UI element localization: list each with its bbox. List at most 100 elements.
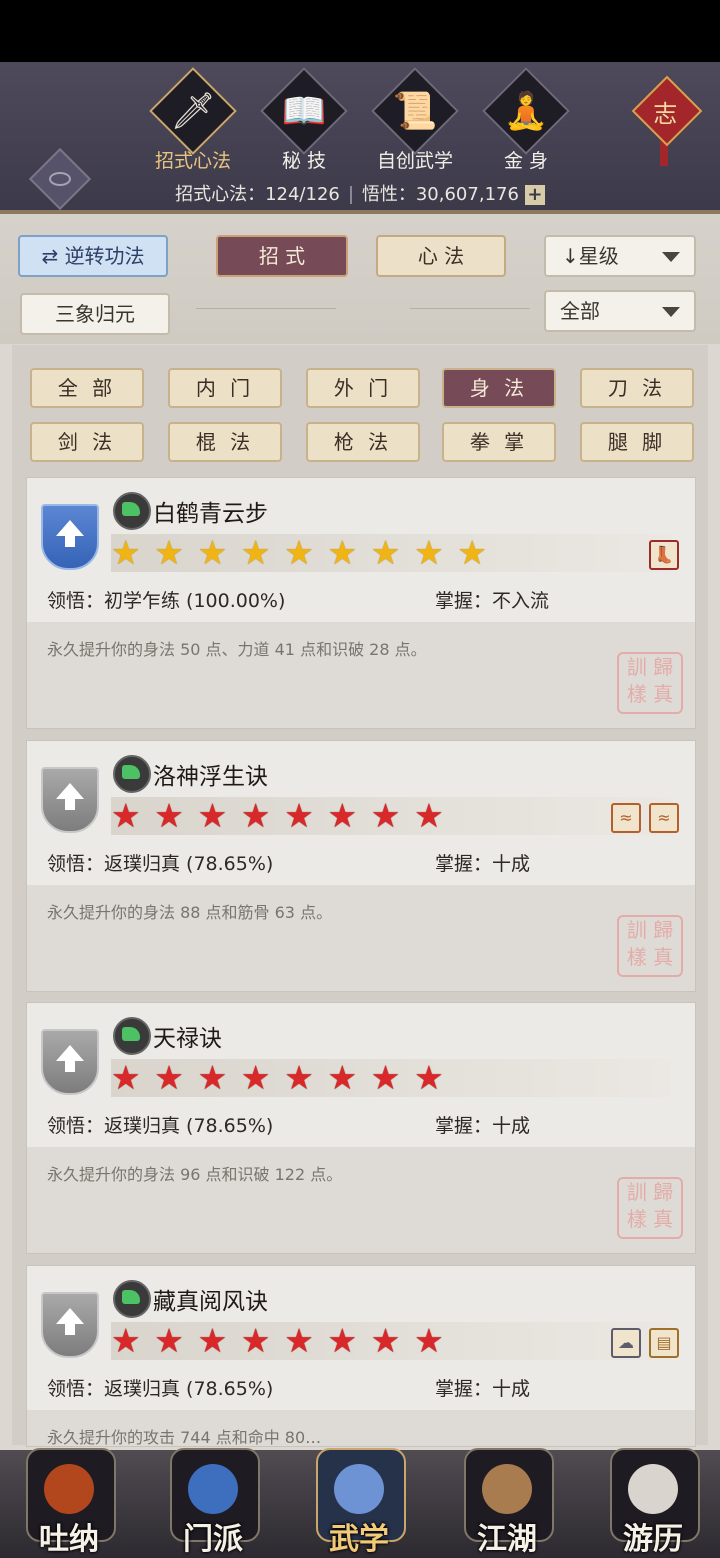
filter-tab[interactable]: 拳 掌 (442, 422, 556, 462)
star-icon: ★ (284, 533, 314, 572)
stats-bar: 招式心法：124/126 悟性：30,607,176 + (0, 180, 720, 206)
skill-title: 天禄诀 (153, 1026, 222, 1052)
movement-type-icon (113, 1017, 151, 1055)
skill-card[interactable]: 洛神浮生诀 ★ ★ ★ ★ ★ ★ ★ ★ ≈ ≈ 领悟：返璞归真 (78.65%) 掌握：十成 永久提升… (26, 740, 696, 992)
wave-tag-icon: ≈ (611, 803, 641, 833)
sect-icon (188, 1464, 238, 1514)
comprehension-text: 领悟：返璞归真 (78.65%) (47, 1378, 274, 1400)
top-tab-label: 金 身 (503, 150, 549, 172)
skill-title: 白鹤青云步 (153, 501, 268, 527)
star-icon: ★ (154, 796, 184, 835)
star-icon: ★ (327, 1321, 358, 1360)
bottom-nav-item[interactable]: 门派 (158, 1440, 268, 1558)
top-tab-techniques[interactable]: 🗡 招式心法 (138, 67, 248, 172)
star-rating: ★ ★ ★ ★ ★ ★ ★ ★ (111, 1322, 671, 1360)
add-comprehension-button[interactable]: + (524, 185, 545, 205)
bottom-nav-item[interactable]: 武学 (304, 1440, 414, 1558)
seal-stamp-icon: 訓 歸 樣 真 (617, 652, 683, 714)
star-icon: ★ (457, 533, 487, 572)
star-icon: ★ (197, 796, 228, 835)
reverse-technique-button[interactable]: ⇄ 逆转功法 (18, 235, 168, 277)
top-tab-secret-skills[interactable]: 📖 秘 技 (249, 67, 359, 172)
filter-tab[interactable]: 剑 法 (30, 422, 144, 462)
top-tab-label: 招式心法 (154, 150, 231, 172)
star-icon: ★ (197, 1321, 228, 1360)
skill-card[interactable]: 白鹤青云步 ★ ★ ★ ★ ★ ★ ★ ★ ★ 👢 领悟：初学乍练 (100.00%) 掌握：不入流 永久… (26, 477, 696, 729)
comprehension-text: 领悟：返璞归真 (78.65%) (47, 853, 274, 875)
meditation-icon: 🧘 (503, 91, 549, 132)
filter-tab[interactable]: 全 部 (30, 368, 144, 408)
sort-dropdown[interactable]: ↓星级 (544, 235, 696, 277)
star-rating: ★ ★ ★ ★ ★ ★ ★ ★ (111, 1059, 671, 1097)
tab-moves[interactable]: 招 式 (216, 235, 348, 277)
upgrade-shield-icon[interactable] (41, 1292, 99, 1358)
filter-tab[interactable]: 身 法 (442, 368, 556, 408)
mastery-text: 掌握：十成 (435, 1378, 531, 1400)
star-icon: ★ (414, 1058, 444, 1097)
star-icon: ★ (284, 1321, 314, 1360)
skill-card[interactable]: 天禄诀 ★ ★ ★ ★ ★ ★ ★ ★ 领悟：返璞归真 (78.65%) 掌握：十成 永久提升你的身法… (26, 1002, 696, 1254)
mastery-text: 掌握：十成 (435, 1115, 531, 1137)
bottom-nav-item[interactable]: 吐纳 (14, 1440, 124, 1558)
filter-tab[interactable]: 外 门 (306, 368, 420, 408)
bottom-nav-label: 吐纳 (39, 1522, 99, 1557)
star-icon: ★ (414, 533, 444, 572)
description-box: 永久提升你的身法 88 点和筋骨 63 点。訓 歸 樣 真 (27, 885, 695, 991)
bottom-nav-item[interactable]: 游历 (598, 1440, 708, 1558)
star-icon: ★ (327, 1058, 358, 1097)
bottom-nav-label: 游历 (623, 1522, 683, 1557)
skill-title: 洛神浮生诀 (153, 764, 268, 790)
filter-tab[interactable]: 棍 法 (168, 422, 282, 462)
chevron-down-icon (662, 307, 680, 317)
filter-tab[interactable]: 腿 脚 (580, 422, 694, 462)
scroll-tag-icon: ▤ (649, 1328, 679, 1358)
upgrade-shield-icon[interactable] (41, 767, 99, 833)
star-icon: ★ (370, 1321, 401, 1360)
movement-type-icon (113, 755, 151, 793)
upgrade-shield-icon[interactable] (41, 504, 99, 570)
bottom-nav-item[interactable]: 江湖 (452, 1440, 562, 1558)
bottom-nav-label: 门派 (183, 1522, 243, 1557)
category-value: 全部 (560, 299, 600, 323)
bottom-nav-label: 江湖 (477, 1522, 537, 1557)
star-icon: ★ (414, 796, 444, 835)
sort-arrow-icon: ↓ (562, 244, 579, 268)
filter-tab[interactable]: 刀 法 (580, 368, 694, 408)
top-tab-golden-body[interactable]: 🧘 金 身 (471, 67, 581, 172)
star-icon: ★ (284, 1058, 314, 1097)
mastery-text: 掌握：十成 (435, 853, 531, 875)
star-icon: ★ (327, 796, 358, 835)
tab-mind[interactable]: 心 法 (376, 235, 506, 277)
description-text: 永久提升你的身法 88 点和筋骨 63 点。 (47, 903, 333, 922)
knot-char: 志 (653, 99, 678, 128)
martial-book-icon (334, 1464, 384, 1514)
filter-tab[interactable]: 内 门 (168, 368, 282, 408)
filter-tab[interactable]: 枪 法 (306, 422, 420, 462)
boot-tag-icon: 👢 (649, 540, 679, 570)
star-icon: ★ (370, 796, 401, 835)
top-tab-custom-arts[interactable]: 📜 自创武学 (360, 67, 470, 172)
swap-icon: ⇄ (41, 244, 65, 268)
skill-title: 藏真阅风诀 (153, 1289, 268, 1315)
skill-card[interactable]: 藏真阅风诀 ★ ★ ★ ★ ★ ★ ★ ★ ☁ ▤ 领悟：返璞归真 (78.65%) 掌握：十成 永久提升… (26, 1265, 696, 1447)
star-rating: ★ ★ ★ ★ ★ ★ ★ ★ (111, 797, 671, 835)
movement-type-icon (113, 1280, 151, 1318)
seal-stamp-icon: 訓 歸 樣 真 (617, 915, 683, 977)
scroll-icon: 📜 (392, 91, 438, 132)
status-bar (0, 0, 720, 62)
sword-icon: 🗡 (170, 91, 216, 132)
three-realms-button[interactable]: 三象归元 (20, 293, 170, 335)
star-icon: ★ (111, 1321, 141, 1360)
upgrade-shield-icon[interactable] (41, 1029, 99, 1095)
wave-tag-icon: ≈ (649, 803, 679, 833)
horse-icon (628, 1464, 678, 1514)
category-dropdown[interactable]: 全部 (544, 290, 696, 332)
star-icon: ★ (240, 1321, 271, 1360)
description-text: 永久提升你的身法 50 点、力道 41 点和识破 28 点。 (47, 640, 427, 659)
star-icon: ★ (327, 533, 358, 572)
star-icon: ★ (111, 796, 141, 835)
star-icon: ★ (370, 533, 401, 572)
book-icon: 📖 (281, 91, 327, 132)
star-rating: ★ ★ ★ ★ ★ ★ ★ ★ ★ (111, 534, 671, 572)
monk-icon (44, 1464, 94, 1514)
